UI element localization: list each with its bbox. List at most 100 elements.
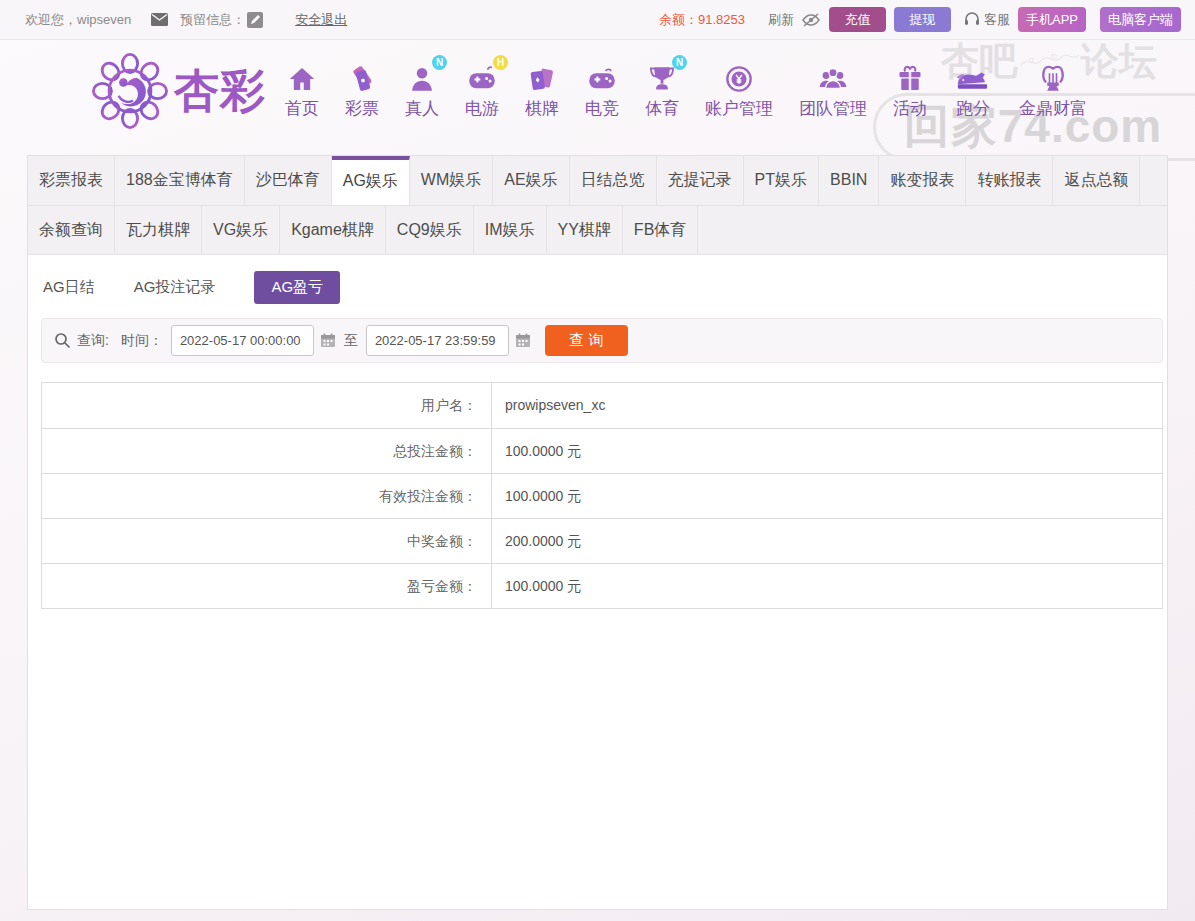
gift-icon: [896, 61, 924, 93]
nav-item-金鼎财富[interactable]: 金鼎财富: [1006, 61, 1100, 120]
tab-row-1: 彩票报表188金宝博体育沙巴体育AG娱乐WM娱乐AE娱乐日结总览充提记录PT娱乐…: [28, 156, 1167, 205]
refresh-button[interactable]: 刷新: [768, 11, 794, 29]
tab-沙巴体育[interactable]: 沙巴体育: [245, 156, 332, 205]
nav-label: 账户管理: [705, 97, 773, 120]
badge-h: H: [493, 55, 508, 70]
table-row: 总投注金额：100.0000 元: [42, 428, 1162, 473]
service-label: 客服: [984, 11, 1010, 29]
esports-icon: [587, 61, 617, 93]
nav-label: 活动: [893, 97, 927, 120]
tab-VG娱乐[interactable]: VG娱乐: [202, 206, 280, 254]
nav-label: 真人: [405, 97, 439, 120]
edit-icon[interactable]: [247, 12, 263, 28]
row-value: 100.0000 元: [492, 474, 581, 518]
tab-瓦力棋牌[interactable]: 瓦力棋牌: [115, 206, 202, 254]
reserved-label: 预留信息：: [180, 11, 245, 29]
tab-AE娱乐[interactable]: AE娱乐: [493, 156, 569, 205]
tab-返点总额[interactable]: 返点总额: [1053, 156, 1140, 205]
tab-Kgame棋牌[interactable]: Kgame棋牌: [280, 206, 386, 254]
nav-label: 首页: [285, 97, 319, 120]
tab-BBIN[interactable]: BBIN: [819, 156, 879, 205]
nav-item-跑分[interactable]: 跑分: [940, 61, 1006, 120]
welcome-text: 欢迎您，wipseven: [25, 11, 131, 29]
tab-彩票报表[interactable]: 彩票报表: [28, 156, 115, 205]
nav-label: 金鼎财富: [1019, 97, 1087, 120]
calendar-icon-end[interactable]: [515, 333, 531, 348]
topbar-right: 余额：91.8253 刷新 充值 提现 客服 手机APP 电脑客户端: [659, 7, 1181, 32]
nav-item-电游[interactable]: H 电游: [452, 61, 512, 120]
row-value: prowipseven_xc: [492, 383, 605, 428]
row-value: 100.0000 元: [492, 564, 581, 608]
table-row: 用户名：prowipseven_xc: [42, 383, 1162, 428]
tab-CQ9娱乐[interactable]: CQ9娱乐: [386, 206, 474, 254]
balance-label: 余额：: [659, 12, 698, 27]
tab-PT娱乐[interactable]: PT娱乐: [744, 156, 819, 205]
pc-client-button[interactable]: 电脑客户端: [1100, 7, 1181, 32]
row-label: 用户名：: [42, 383, 492, 428]
row-value: 200.0000 元: [492, 519, 581, 563]
balance-text: 余额：91.8253: [659, 11, 745, 29]
nav-label: 体育: [645, 97, 679, 120]
subtabs: AG日结 AG投注记录 AG盈亏: [43, 271, 1167, 304]
tab-row-2: 余额查询瓦力棋牌VG娱乐Kgame棋牌CQ9娱乐IM娱乐YY棋牌FB体育: [28, 205, 1167, 254]
subtab-AG日结[interactable]: AG日结: [43, 271, 95, 304]
time-label: 时间：: [121, 332, 163, 350]
nav-item-活动[interactable]: 活动: [880, 61, 940, 120]
tab-WM娱乐[interactable]: WM娱乐: [410, 156, 493, 205]
tab-FB体育[interactable]: FB体育: [623, 206, 698, 254]
cards-icon: [528, 61, 556, 93]
tab-YY棋牌[interactable]: YY棋牌: [547, 206, 623, 254]
nav-item-彩票[interactable]: 彩票: [332, 61, 392, 120]
main-nav: 首页彩票N真人 H 电游 棋牌 电竞 N体育账户管理 团队管理 活动 跑分 金鼎财富: [272, 61, 1100, 120]
tab-转账报表[interactable]: 转账报表: [966, 156, 1053, 205]
brand-name: 杏彩: [174, 68, 266, 113]
badge-n: N: [432, 55, 447, 70]
tab-日结总览[interactable]: 日结总览: [570, 156, 657, 205]
eye-slash-icon[interactable]: [801, 13, 821, 27]
report-tabbar: 彩票报表188金宝博体育沙巴体育AG娱乐WM娱乐AE娱乐日结总览充提记录PT娱乐…: [28, 156, 1167, 255]
subtab-AG投注记录[interactable]: AG投注记录: [134, 271, 216, 304]
mobile-app-button[interactable]: 手机APP: [1018, 7, 1086, 32]
table-row: 有效投注金额：100.0000 元: [42, 473, 1162, 518]
nav-item-真人[interactable]: N真人: [392, 61, 452, 120]
logout-link[interactable]: 安全退出: [295, 11, 347, 29]
customer-service[interactable]: 客服: [964, 11, 1010, 29]
gamepad-icon: H: [467, 61, 497, 93]
end-time-input[interactable]: [366, 325, 509, 356]
tab-IM娱乐[interactable]: IM娱乐: [474, 206, 547, 254]
nav-label: 跑分: [956, 97, 990, 120]
nav-label: 团队管理: [799, 97, 867, 120]
ticket-icon: [348, 61, 376, 93]
nav-item-团队管理[interactable]: 团队管理: [786, 61, 880, 120]
recharge-button[interactable]: 充值: [829, 7, 886, 32]
subtab-AG盈亏[interactable]: AG盈亏: [254, 271, 340, 304]
tab-AG娱乐[interactable]: AG娱乐: [332, 156, 410, 205]
query-submit-button[interactable]: 查 询: [545, 325, 628, 356]
calendar-icon-start[interactable]: [320, 333, 336, 348]
tab-账变报表[interactable]: 账变报表: [879, 156, 966, 205]
search-icon: [54, 332, 71, 349]
nav-item-首页[interactable]: 首页: [272, 61, 332, 120]
tab-余额查询[interactable]: 余额查询: [28, 206, 115, 254]
nav-item-账户管理[interactable]: 账户管理: [692, 61, 786, 120]
logo-emblem-icon: [92, 53, 168, 129]
tab-188金宝博体育[interactable]: 188金宝博体育: [115, 156, 245, 205]
row-value: 100.0000 元: [492, 429, 581, 473]
nav-item-电竞[interactable]: 电竞: [572, 61, 632, 120]
nav-label: 电竞: [585, 97, 619, 120]
result-table: 用户名：prowipseven_xc总投注金额：100.0000 元有效投注金额…: [41, 382, 1163, 609]
team-icon: [818, 61, 848, 93]
start-time-input[interactable]: [171, 325, 314, 356]
site-logo[interactable]: 杏彩: [92, 53, 266, 129]
topbar: 欢迎您，wipseven 预留信息： 安全退出 余额：91.8253 刷新 充值…: [0, 0, 1195, 40]
nav-label: 电游: [465, 97, 499, 120]
withdraw-button[interactable]: 提现: [894, 7, 951, 32]
nav-label: 棋牌: [525, 97, 559, 120]
nav-item-体育[interactable]: N体育: [632, 61, 692, 120]
nav-item-棋牌[interactable]: 棋牌: [512, 61, 572, 120]
row-label: 有效投注金额：: [42, 474, 492, 518]
row-label: 盈亏金额：: [42, 564, 492, 608]
main-card: 彩票报表188金宝博体育沙巴体育AG娱乐WM娱乐AE娱乐日结总览充提记录PT娱乐…: [27, 155, 1168, 910]
mail-icon[interactable]: [151, 13, 168, 26]
tab-充提记录[interactable]: 充提记录: [657, 156, 744, 205]
